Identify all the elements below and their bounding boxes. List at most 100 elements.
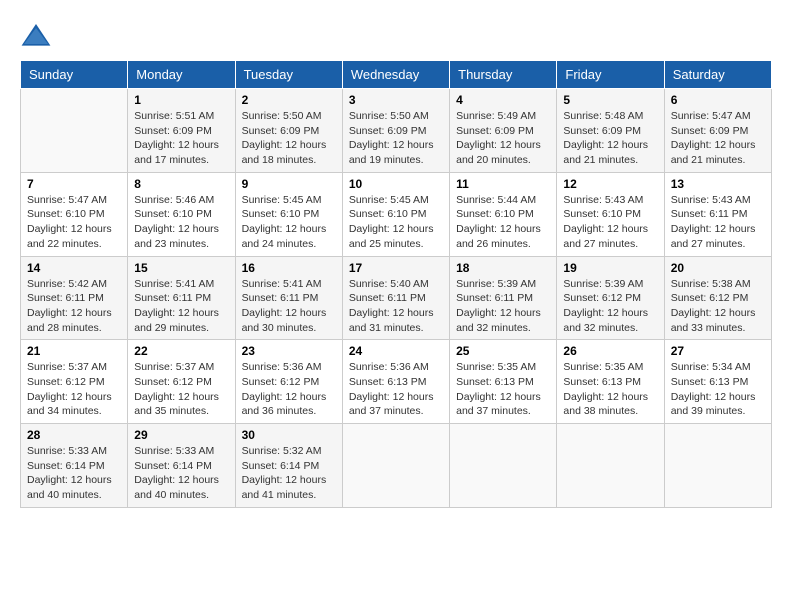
calendar-day-cell: 9 Sunrise: 5:45 AM Sunset: 6:10 PM Daylig…: [235, 172, 342, 256]
calendar-day-cell: 24 Sunrise: 5:36 AM Sunset: 6:13 PM Dayli…: [342, 340, 449, 424]
day-info: Sunrise: 5:50 AM Sunset: 6:09 PM Dayligh…: [349, 109, 443, 168]
calendar-day-cell: 6 Sunrise: 5:47 AM Sunset: 6:09 PM Daylig…: [664, 89, 771, 173]
day-number: 5: [563, 93, 657, 107]
day-number: 18: [456, 261, 550, 275]
calendar-week-row: 28 Sunrise: 5:33 AM Sunset: 6:14 PM Dayli…: [21, 424, 772, 508]
calendar-day-cell: [557, 424, 664, 508]
day-info: Sunrise: 5:47 AM Sunset: 6:09 PM Dayligh…: [671, 109, 765, 168]
day-info: Sunrise: 5:33 AM Sunset: 6:14 PM Dayligh…: [134, 444, 228, 503]
day-number: 22: [134, 344, 228, 358]
calendar-header-cell: Wednesday: [342, 61, 449, 89]
day-info: Sunrise: 5:37 AM Sunset: 6:12 PM Dayligh…: [134, 360, 228, 419]
day-number: 29: [134, 428, 228, 442]
calendar-day-cell: 23 Sunrise: 5:36 AM Sunset: 6:12 PM Dayli…: [235, 340, 342, 424]
calendar-day-cell: 1 Sunrise: 5:51 AM Sunset: 6:09 PM Daylig…: [128, 89, 235, 173]
day-number: 6: [671, 93, 765, 107]
calendar-day-cell: [664, 424, 771, 508]
day-info: Sunrise: 5:45 AM Sunset: 6:10 PM Dayligh…: [349, 193, 443, 252]
calendar-day-cell: 28 Sunrise: 5:33 AM Sunset: 6:14 PM Dayli…: [21, 424, 128, 508]
calendar-day-cell: 5 Sunrise: 5:48 AM Sunset: 6:09 PM Daylig…: [557, 89, 664, 173]
calendar-day-cell: 27 Sunrise: 5:34 AM Sunset: 6:13 PM Dayli…: [664, 340, 771, 424]
calendar-day-cell: 13Sunrise: 5:43 AM Sunset: 6:11 PM Dayli…: [664, 172, 771, 256]
day-number: 13: [671, 177, 765, 191]
page-header: [20, 20, 772, 52]
calendar-header-cell: Saturday: [664, 61, 771, 89]
calendar-day-cell: [450, 424, 557, 508]
calendar-table: SundayMondayTuesdayWednesdayThursdayFrid…: [20, 60, 772, 508]
calendar-day-cell: 25 Sunrise: 5:35 AM Sunset: 6:13 PM Dayli…: [450, 340, 557, 424]
day-info: Sunrise: 5:34 AM Sunset: 6:13 PM Dayligh…: [671, 360, 765, 419]
day-info: Sunrise: 5:50 AM Sunset: 6:09 PM Dayligh…: [242, 109, 336, 168]
day-info: Sunrise: 5:49 AM Sunset: 6:09 PM Dayligh…: [456, 109, 550, 168]
day-number: 3: [349, 93, 443, 107]
day-number: 21: [27, 344, 121, 358]
day-info: Sunrise: 5:44 AM Sunset: 6:10 PM Dayligh…: [456, 193, 550, 252]
calendar-week-row: 14 Sunrise: 5:42 AM Sunset: 6:11 PM Dayli…: [21, 256, 772, 340]
day-number: 28: [27, 428, 121, 442]
day-info: Sunrise: 5:39 AM Sunset: 6:12 PM Dayligh…: [563, 277, 657, 336]
calendar-body: 1 Sunrise: 5:51 AM Sunset: 6:09 PM Daylig…: [21, 89, 772, 508]
day-info: Sunrise: 5:48 AM Sunset: 6:09 PM Dayligh…: [563, 109, 657, 168]
day-info: Sunrise: 5:39 AM Sunset: 6:11 PM Dayligh…: [456, 277, 550, 336]
calendar-day-cell: 20Sunrise: 5:38 AM Sunset: 6:12 PM Dayli…: [664, 256, 771, 340]
calendar-header-row: SundayMondayTuesdayWednesdayThursdayFrid…: [21, 61, 772, 89]
day-info: Sunrise: 5:41 AM Sunset: 6:11 PM Dayligh…: [242, 277, 336, 336]
calendar-header-cell: Sunday: [21, 61, 128, 89]
day-number: 24: [349, 344, 443, 358]
calendar-day-cell: [21, 89, 128, 173]
calendar-day-cell: 16 Sunrise: 5:41 AM Sunset: 6:11 PM Dayli…: [235, 256, 342, 340]
day-number: 7: [27, 177, 121, 191]
calendar-day-cell: 3 Sunrise: 5:50 AM Sunset: 6:09 PM Daylig…: [342, 89, 449, 173]
calendar-day-cell: [342, 424, 449, 508]
calendar-day-cell: 4 Sunrise: 5:49 AM Sunset: 6:09 PM Daylig…: [450, 89, 557, 173]
day-number: 2: [242, 93, 336, 107]
calendar-day-cell: 26Sunrise: 5:35 AM Sunset: 6:13 PM Dayli…: [557, 340, 664, 424]
day-info: Sunrise: 5:45 AM Sunset: 6:10 PM Dayligh…: [242, 193, 336, 252]
day-info: Sunrise: 5:33 AM Sunset: 6:14 PM Dayligh…: [27, 444, 121, 503]
calendar-day-cell: 19 Sunrise: 5:39 AM Sunset: 6:12 PM Dayli…: [557, 256, 664, 340]
day-number: 20: [671, 261, 765, 275]
calendar-day-cell: 8 Sunrise: 5:46 AM Sunset: 6:10 PM Daylig…: [128, 172, 235, 256]
calendar-week-row: 7 Sunrise: 5:47 AM Sunset: 6:10 PM Daylig…: [21, 172, 772, 256]
day-number: 16: [242, 261, 336, 275]
day-number: 25: [456, 344, 550, 358]
day-number: 17: [349, 261, 443, 275]
day-number: 14: [27, 261, 121, 275]
calendar-week-row: 21 Sunrise: 5:37 AM Sunset: 6:12 PM Dayli…: [21, 340, 772, 424]
day-info: Sunrise: 5:37 AM Sunset: 6:12 PM Dayligh…: [27, 360, 121, 419]
calendar-day-cell: 29 Sunrise: 5:33 AM Sunset: 6:14 PM Dayli…: [128, 424, 235, 508]
day-info: Sunrise: 5:36 AM Sunset: 6:13 PM Dayligh…: [349, 360, 443, 419]
calendar-day-cell: 30 Sunrise: 5:32 AM Sunset: 6:14 PM Dayli…: [235, 424, 342, 508]
day-info: Sunrise: 5:36 AM Sunset: 6:12 PM Dayligh…: [242, 360, 336, 419]
calendar-header-cell: Tuesday: [235, 61, 342, 89]
day-info: Sunrise: 5:41 AM Sunset: 6:11 PM Dayligh…: [134, 277, 228, 336]
day-number: 9: [242, 177, 336, 191]
day-number: 1: [134, 93, 228, 107]
calendar-day-cell: 18 Sunrise: 5:39 AM Sunset: 6:11 PM Dayli…: [450, 256, 557, 340]
day-info: Sunrise: 5:51 AM Sunset: 6:09 PM Dayligh…: [134, 109, 228, 168]
day-number: 10: [349, 177, 443, 191]
calendar-day-cell: 10 Sunrise: 5:45 AM Sunset: 6:10 PM Dayli…: [342, 172, 449, 256]
day-info: Sunrise: 5:47 AM Sunset: 6:10 PM Dayligh…: [27, 193, 121, 252]
day-info: Sunrise: 5:46 AM Sunset: 6:10 PM Dayligh…: [134, 193, 228, 252]
calendar-day-cell: 21 Sunrise: 5:37 AM Sunset: 6:12 PM Dayli…: [21, 340, 128, 424]
calendar-day-cell: 7 Sunrise: 5:47 AM Sunset: 6:10 PM Daylig…: [21, 172, 128, 256]
day-info: Sunrise: 5:35 AM Sunset: 6:13 PM Dayligh…: [456, 360, 550, 419]
calendar-day-cell: 22 Sunrise: 5:37 AM Sunset: 6:12 PM Dayli…: [128, 340, 235, 424]
day-number: 27: [671, 344, 765, 358]
calendar-header-cell: Thursday: [450, 61, 557, 89]
day-info: Sunrise: 5:42 AM Sunset: 6:11 PM Dayligh…: [27, 277, 121, 336]
logo: [20, 20, 56, 52]
day-number: 30: [242, 428, 336, 442]
calendar-day-cell: 17 Sunrise: 5:40 AM Sunset: 6:11 PM Dayli…: [342, 256, 449, 340]
day-info: Sunrise: 5:32 AM Sunset: 6:14 PM Dayligh…: [242, 444, 336, 503]
day-number: 4: [456, 93, 550, 107]
calendar-header-cell: Monday: [128, 61, 235, 89]
day-number: 19: [563, 261, 657, 275]
day-info: Sunrise: 5:40 AM Sunset: 6:11 PM Dayligh…: [349, 277, 443, 336]
day-number: 23: [242, 344, 336, 358]
calendar-day-cell: 15Sunrise: 5:41 AM Sunset: 6:11 PM Dayli…: [128, 256, 235, 340]
calendar-day-cell: 14 Sunrise: 5:42 AM Sunset: 6:11 PM Dayli…: [21, 256, 128, 340]
logo-icon: [20, 20, 52, 52]
day-number: 8: [134, 177, 228, 191]
